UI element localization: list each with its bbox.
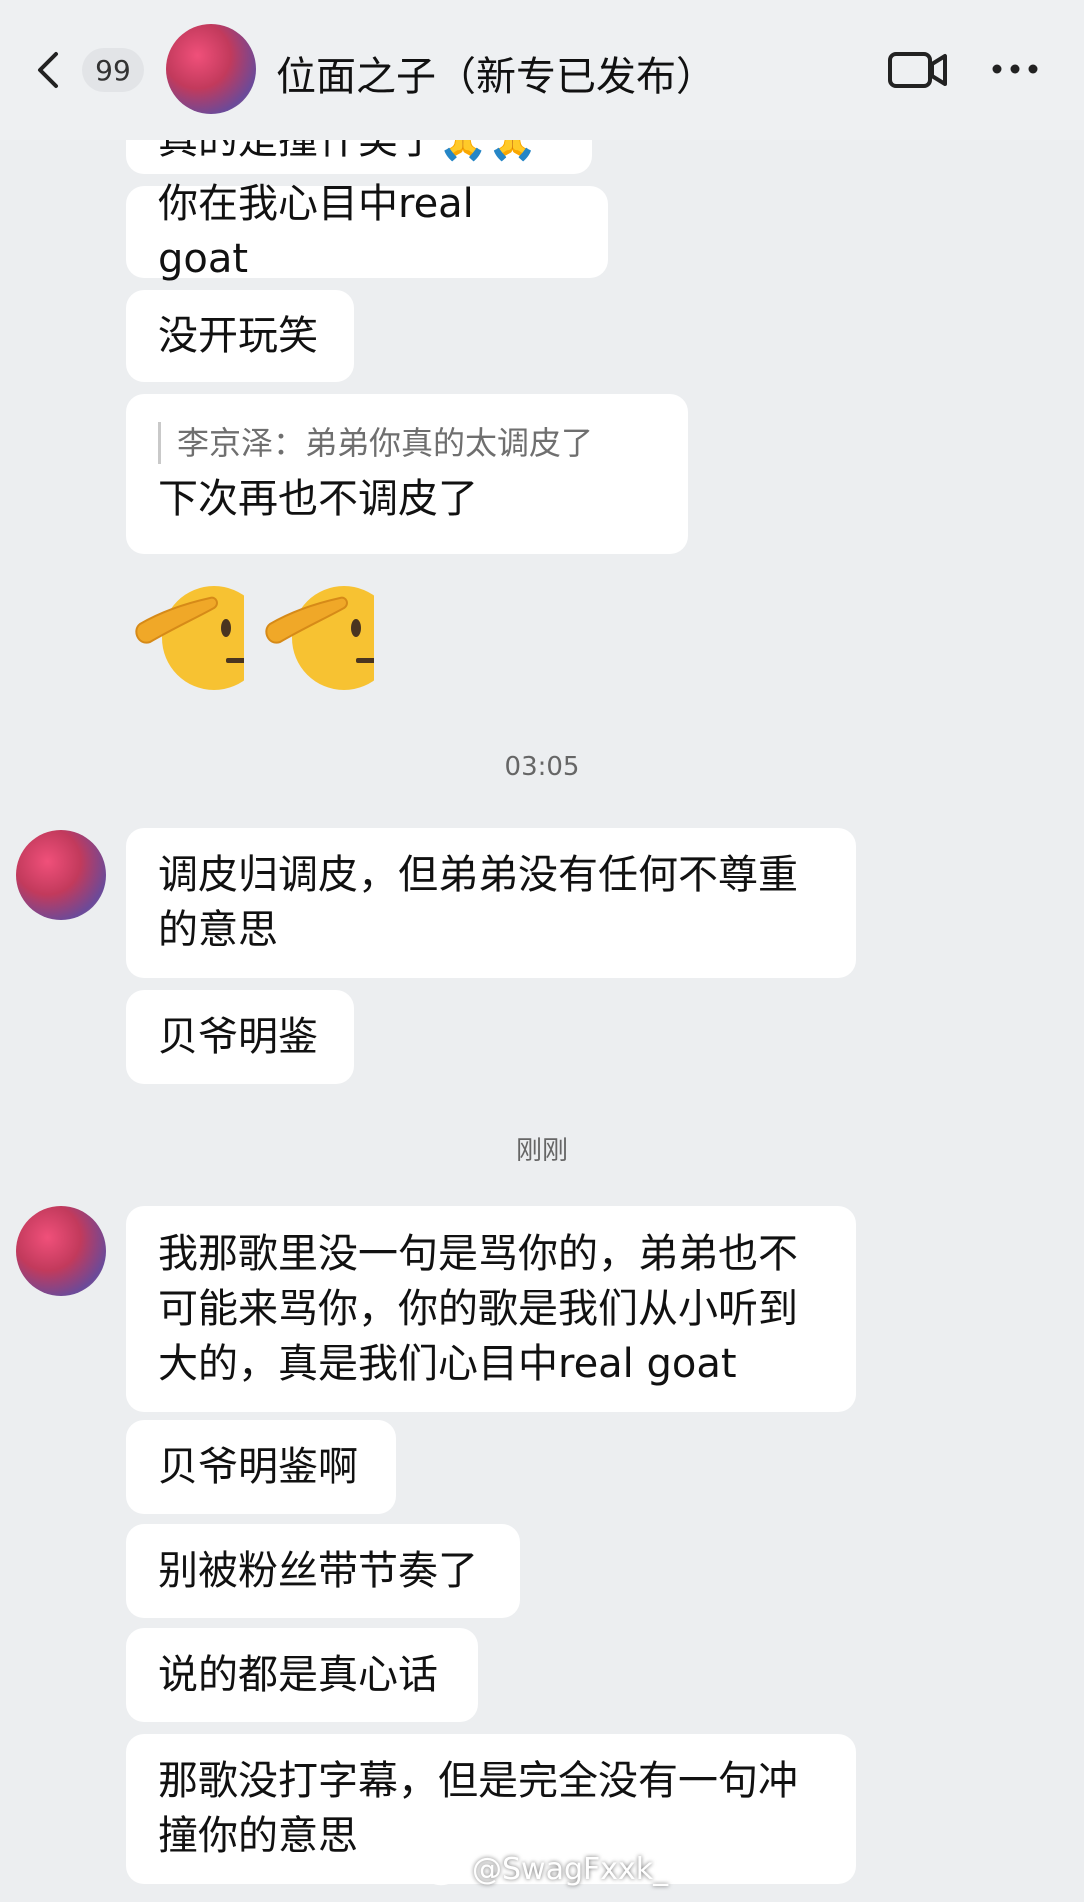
message-bubble-reply[interactable]: 李京泽：弟弟你真的太调皮了 下次再也不调皮了 bbox=[126, 394, 688, 554]
message-text: 你在我心目中real goat bbox=[158, 181, 474, 282]
message-text: 说的都是真心话 bbox=[158, 1651, 438, 1698]
contact-avatar[interactable] bbox=[166, 24, 256, 114]
message-bubble[interactable]: 调皮归调皮，但弟弟没有任何不尊重的意思 bbox=[126, 828, 856, 978]
message-text: 别被粉丝带节奏了 bbox=[158, 1547, 478, 1594]
message-text: 贝爷明鉴 bbox=[158, 1013, 318, 1060]
message-bubble[interactable]: 贝爷明鉴 bbox=[126, 990, 354, 1084]
timestamp: 刚刚 bbox=[515, 1136, 568, 1166]
contact-name[interactable]: 位面之子（新专已发布） bbox=[276, 44, 716, 102]
message-text: 调皮归调皮，但弟弟没有任何不尊重的意思 bbox=[158, 852, 798, 953]
message-text: 没开玩笑 bbox=[158, 312, 318, 359]
video-camera-icon[interactable] bbox=[888, 50, 948, 90]
message-bubble[interactable]: 你在我心目中real goat bbox=[126, 181, 608, 282]
message-bubble[interactable]: 别被粉丝带节奏了 bbox=[126, 1524, 520, 1618]
chat-header: 99 位面之子（新专已发布） bbox=[0, 0, 1084, 140]
message-text: 那歌没打字幕，但是完全没有一句冲撞你的意思 bbox=[158, 1758, 798, 1859]
watermark-text: @SwagFxxk_ bbox=[472, 1852, 669, 1887]
message-text: 我那歌里没一句是骂你的，弟弟也不可能来骂你，你的歌是我们从小听到大的，真是我们心… bbox=[158, 1230, 798, 1387]
salute-emoji-icon bbox=[135, 580, 254, 692]
watermark: @SwagFxxk_ bbox=[424, 1852, 668, 1887]
message-bubble[interactable]: 贝爷明鉴啊 bbox=[126, 1420, 396, 1514]
more-dots-icon[interactable] bbox=[990, 56, 1040, 82]
quoted-message: 李京泽：弟弟你真的太调皮了 bbox=[158, 421, 656, 464]
message-bubble[interactable]: 没开玩笑 bbox=[126, 290, 354, 382]
message-text: 贝爷明鉴啊 bbox=[158, 1443, 358, 1490]
message-bubble[interactable]: 说的都是真心话 bbox=[126, 1628, 478, 1722]
sender-avatar[interactable] bbox=[16, 830, 106, 920]
salute-emoji-icon bbox=[265, 580, 384, 692]
message-bubble[interactable]: 我那歌里没一句是骂你的，弟弟也不可能来骂你，你的歌是我们从小听到大的，真是我们心… bbox=[126, 1206, 856, 1412]
weibo-icon bbox=[424, 1856, 463, 1885]
message-text: 下次再也不调皮了 bbox=[158, 475, 478, 522]
sender-avatar[interactable] bbox=[16, 1206, 106, 1296]
unread-count-badge[interactable]: 99 bbox=[82, 48, 144, 92]
back-arrow-icon[interactable] bbox=[30, 50, 70, 90]
timestamp: 03:05 bbox=[504, 752, 580, 782]
